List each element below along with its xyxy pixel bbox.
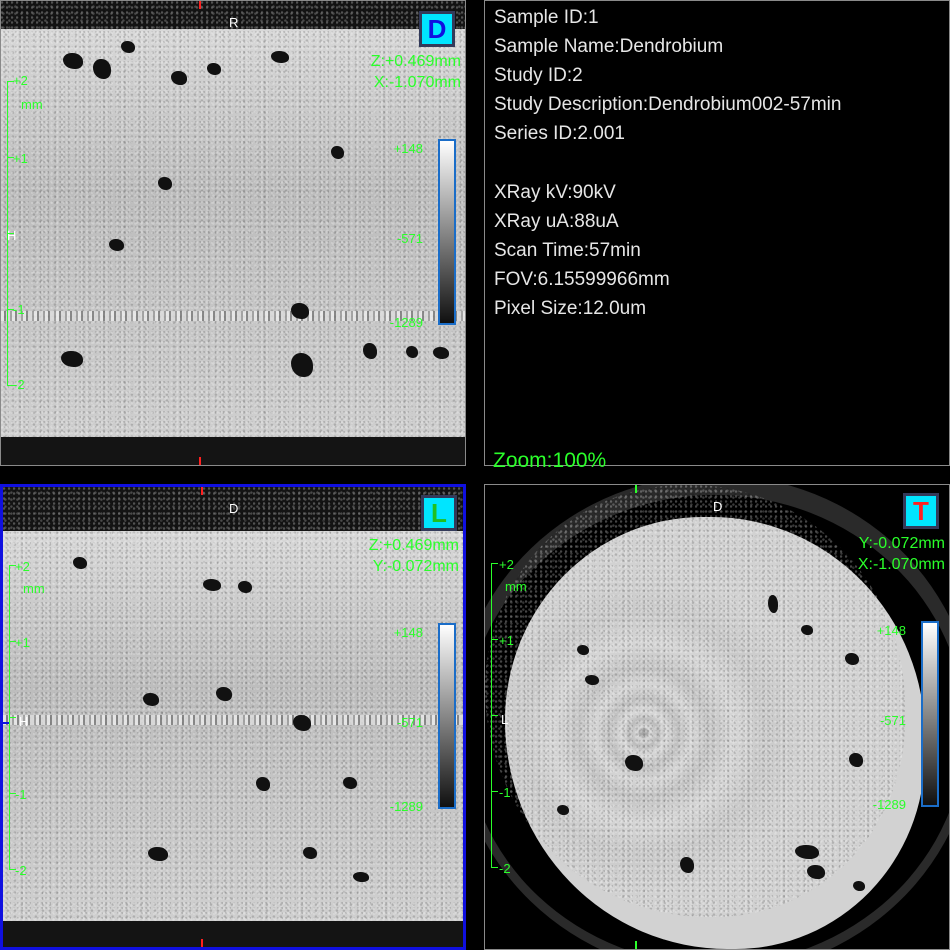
ruler-label: +2 <box>499 557 514 572</box>
window-level-colorbar[interactable] <box>921 621 939 807</box>
window-level-colorbar[interactable] <box>438 139 456 325</box>
ruler-unit: mm <box>21 97 43 112</box>
study-info-panel: Sample ID:1 Sample Name:Dendrobium Study… <box>484 0 950 472</box>
ruler-label: +1 <box>499 633 514 648</box>
coord-line-2: X:-1.070mm <box>373 74 461 91</box>
coord-line-2: Y:-0.072mm <box>372 558 459 575</box>
colorbar-max-label: +148 <box>393 141 423 156</box>
view-badge-label: L <box>431 497 447 528</box>
view-badge-label: T <box>913 495 929 526</box>
colorbar-mid-label: -571 <box>396 715 423 730</box>
coord-line-2: X:-1.070mm <box>857 556 945 573</box>
view-badge-d[interactable]: D <box>419 11 455 47</box>
window-level-colorbar[interactable] <box>438 623 456 809</box>
coord-line-1: Y:-0.072mm <box>858 535 945 552</box>
ruler-label: -1 <box>13 302 25 317</box>
info-xray-kv: XRay kV:90kV <box>494 182 616 203</box>
scale-ruler <box>7 81 20 386</box>
crosshair-marker-bottom <box>635 941 637 949</box>
ruler-label: -2 <box>15 863 27 878</box>
info-pixel-size: Pixel Size:12.0um <box>494 298 647 319</box>
info-sample-name: Sample Name:Dendrobium <box>494 36 724 57</box>
crosshair-marker-bottom <box>201 939 203 947</box>
ruler-unit: mm <box>23 581 45 596</box>
viewport-axial[interactable]: D L T Y:-0.072mm X:-1.070mm +2 mm +1 -1 … <box>484 484 950 950</box>
info-scan-time: Scan Time:57min <box>494 240 641 261</box>
colorbar-min-label: -1289 <box>389 799 423 814</box>
colorbar-min-label: -1289 <box>872 797 906 812</box>
crosshair-marker-bottom <box>199 457 201 465</box>
crosshair-marker-top <box>201 487 203 495</box>
ruler-label: +1 <box>13 151 28 166</box>
view-badge-t[interactable]: T <box>903 493 939 529</box>
ruler-label: +2 <box>15 559 30 574</box>
ruler-unit: mm <box>505 579 527 594</box>
colorbar-min-label: -1289 <box>389 315 423 330</box>
ruler-label: -2 <box>499 861 511 876</box>
crosshair-marker-top <box>635 485 637 493</box>
scale-ruler <box>491 563 504 868</box>
ruler-label: -2 <box>13 377 25 392</box>
orientation-label-top: D <box>229 501 239 516</box>
coord-line-1: Z:+0.469mm <box>368 537 459 554</box>
ruler-label: -1 <box>499 785 511 800</box>
viewport-coronal[interactable]: R H D Z:+0.469mm X:-1.070mm +2 mm +1 -1 … <box>0 0 466 466</box>
colorbar-max-label: +148 <box>876 623 906 638</box>
ruler-label: +1 <box>15 635 30 650</box>
view-badge-l[interactable]: L <box>421 495 457 531</box>
ruler-label: -1 <box>15 787 27 802</box>
info-study-id: Study ID:2 <box>494 65 583 86</box>
orientation-label-top: R <box>229 15 239 30</box>
ruler-label: +2 <box>13 73 28 88</box>
view-badge-label: D <box>427 13 447 44</box>
coordinate-readout: Z:+0.469mm Y:-0.072mm <box>369 535 459 577</box>
info-series-id: Series ID:2.001 <box>494 123 625 144</box>
coordinate-readout: Y:-0.072mm X:-1.070mm <box>858 533 945 575</box>
crosshair-marker-top <box>199 1 201 9</box>
colorbar-mid-label: -571 <box>879 713 906 728</box>
info-fov: FOV:6.15599966mm <box>494 269 670 290</box>
viewport-sagittal[interactable]: D H L Z:+0.469mm Y:-0.072mm +2 mm +1 -1 … <box>0 484 466 950</box>
scale-ruler <box>9 565 22 870</box>
orientation-label-top: D <box>713 499 723 514</box>
info-study-description: Study Description:Dendrobium002-57min <box>494 94 842 115</box>
zoom-level: Zoom:100% <box>493 449 607 472</box>
coord-line-1: Z:+0.469mm <box>370 53 461 70</box>
coordinate-readout: Z:+0.469mm X:-1.070mm <box>371 51 461 93</box>
colorbar-mid-label: -571 <box>396 231 423 246</box>
colorbar-max-label: +148 <box>393 625 423 640</box>
info-sample-id: Sample ID:1 <box>494 7 599 28</box>
info-xray-ua: XRay uA:88uA <box>494 211 619 232</box>
